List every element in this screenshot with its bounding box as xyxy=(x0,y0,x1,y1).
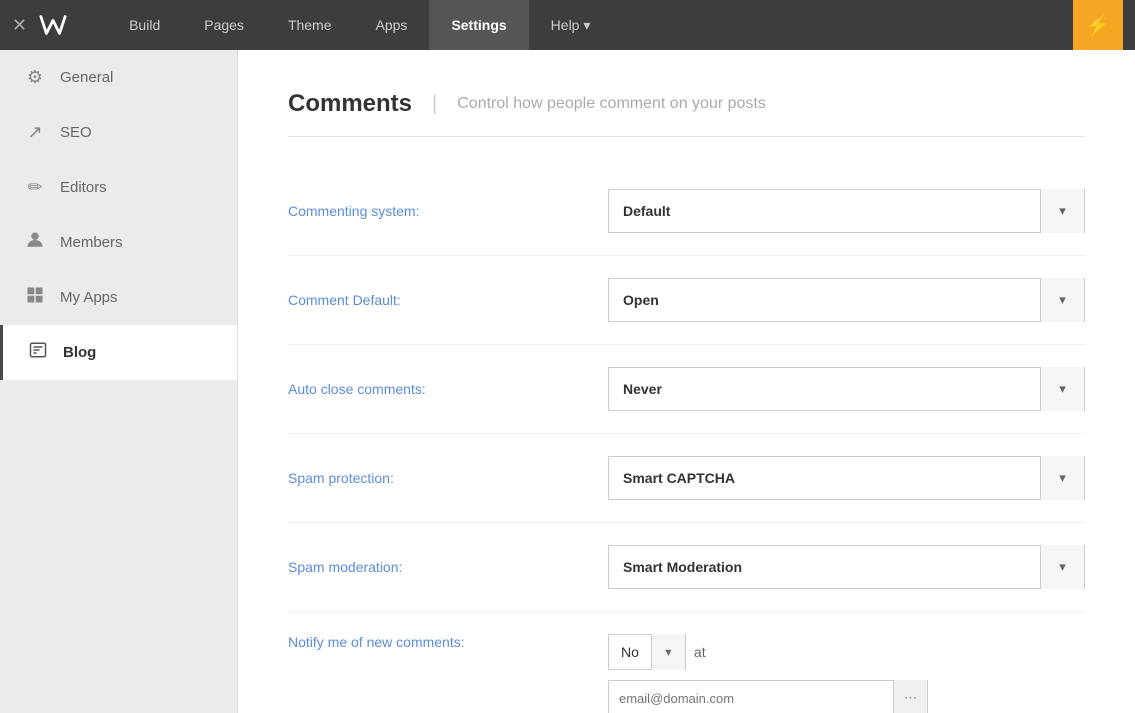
comment-default-arrow: ▾ xyxy=(1040,278,1084,322)
email-input[interactable] xyxy=(609,691,893,706)
upgrade-button[interactable]: ⚡ xyxy=(1073,0,1123,50)
spam-moderation-row: Spam moderation: Smart Moderation ▾ xyxy=(288,523,1085,612)
blog-icon xyxy=(27,341,49,364)
comment-default-row: Comment Default: Open ▾ xyxy=(288,256,1085,345)
close-button[interactable]: ✕ xyxy=(12,16,27,34)
sidebar-label-myapps: My Apps xyxy=(60,289,118,306)
auto-close-value: Never xyxy=(609,381,1040,397)
sidebar-label-editors: Editors xyxy=(60,179,107,196)
sidebar-item-seo[interactable]: ↗ SEO xyxy=(0,105,237,160)
apps-icon xyxy=(24,286,46,309)
nav-build[interactable]: Build xyxy=(107,0,182,50)
nav-theme[interactable]: Theme xyxy=(266,0,354,50)
auto-close-label: Auto close comments: xyxy=(288,381,578,397)
spam-protection-label: Spam protection: xyxy=(288,470,578,486)
email-input-wrap: ⋯ xyxy=(608,680,928,713)
page-subtitle: Control how people comment on your posts xyxy=(457,95,766,113)
gear-icon: ⚙ xyxy=(24,67,46,88)
main-content: Comments | Control how people comment on… xyxy=(238,50,1135,713)
comment-default-label: Comment Default: xyxy=(288,292,578,308)
layout: ⚙ General ↗ SEO ✏ Editors Members xyxy=(0,50,1135,713)
page-title: Comments xyxy=(288,90,412,118)
commenting-system-row: Commenting system: Default ▾ xyxy=(288,167,1085,256)
notify-arrow: ▾ xyxy=(651,634,685,670)
commenting-system-control: Default ▾ xyxy=(608,189,1085,233)
logo-icon xyxy=(39,11,67,39)
top-nav-items: Build Pages Theme Apps Settings Help ▾ xyxy=(107,0,1073,50)
spam-moderation-control: Smart Moderation ▾ xyxy=(608,545,1085,589)
spam-moderation-value: Smart Moderation xyxy=(609,559,1040,575)
spam-protection-value: Smart CAPTCHA xyxy=(609,470,1040,486)
sidebar-item-members[interactable]: Members xyxy=(0,215,237,270)
auto-close-arrow: ▾ xyxy=(1040,367,1084,411)
edit-icon: ✏ xyxy=(24,177,46,198)
spam-moderation-arrow: ▾ xyxy=(1040,545,1084,589)
sidebar-item-blog[interactable]: Blog xyxy=(0,325,237,380)
sidebar-label-blog: Blog xyxy=(63,344,96,361)
spam-protection-arrow: ▾ xyxy=(1040,456,1084,500)
notify-label: Notify me of new comments: xyxy=(288,634,578,650)
sidebar: ⚙ General ↗ SEO ✏ Editors Members xyxy=(0,50,238,713)
person-icon xyxy=(24,231,46,254)
comment-default-dropdown[interactable]: Open ▾ xyxy=(608,278,1085,322)
spam-protection-control: Smart CAPTCHA ▾ xyxy=(608,456,1085,500)
settings-form: Commenting system: Default ▾ Comment Def… xyxy=(288,167,1085,713)
notify-at-text: at xyxy=(694,644,706,660)
spam-moderation-dropdown[interactable]: Smart Moderation ▾ xyxy=(608,545,1085,589)
sidebar-item-myapps[interactable]: My Apps xyxy=(0,270,237,325)
notify-controls: No ▾ at ⋯ xyxy=(608,634,928,713)
header-separator: | xyxy=(432,93,437,116)
nav-settings[interactable]: Settings xyxy=(429,0,528,50)
notify-value: No xyxy=(609,644,651,660)
comment-default-control: Open ▾ xyxy=(608,278,1085,322)
spam-protection-row: Spam protection: Smart CAPTCHA ▾ xyxy=(288,434,1085,523)
nav-apps[interactable]: Apps xyxy=(354,0,430,50)
nav-pages[interactable]: Pages xyxy=(182,0,266,50)
top-nav: ✕ Build Pages Theme Apps Settings Help ▾… xyxy=(0,0,1135,50)
sidebar-item-editors[interactable]: ✏ Editors xyxy=(0,160,237,215)
trending-icon: ↗ xyxy=(24,122,46,143)
notify-dropdown[interactable]: No ▾ xyxy=(608,634,686,670)
sidebar-item-general[interactable]: ⚙ General xyxy=(0,50,237,105)
auto-close-row: Auto close comments: Never ▾ xyxy=(288,345,1085,434)
auto-close-control: Never ▾ xyxy=(608,367,1085,411)
commenting-system-arrow: ▾ xyxy=(1040,189,1084,233)
logo xyxy=(39,11,67,39)
spam-protection-dropdown[interactable]: Smart CAPTCHA ▾ xyxy=(608,456,1085,500)
spam-moderation-label: Spam moderation: xyxy=(288,559,578,575)
commenting-system-dropdown[interactable]: Default ▾ xyxy=(608,189,1085,233)
notify-row: Notify me of new comments: No ▾ at ⋯ xyxy=(288,612,1085,713)
page-header: Comments | Control how people comment on… xyxy=(288,90,1085,137)
notify-top: No ▾ at xyxy=(608,634,928,670)
nav-help[interactable]: Help ▾ xyxy=(529,0,613,50)
comment-default-value: Open xyxy=(609,292,1040,308)
email-icon[interactable]: ⋯ xyxy=(893,680,927,713)
sidebar-label-general: General xyxy=(60,69,113,86)
auto-close-dropdown[interactable]: Never ▾ xyxy=(608,367,1085,411)
commenting-system-value: Default xyxy=(609,203,1040,219)
commenting-system-label: Commenting system: xyxy=(288,203,578,219)
sidebar-label-members: Members xyxy=(60,234,123,251)
sidebar-label-seo: SEO xyxy=(60,124,92,141)
